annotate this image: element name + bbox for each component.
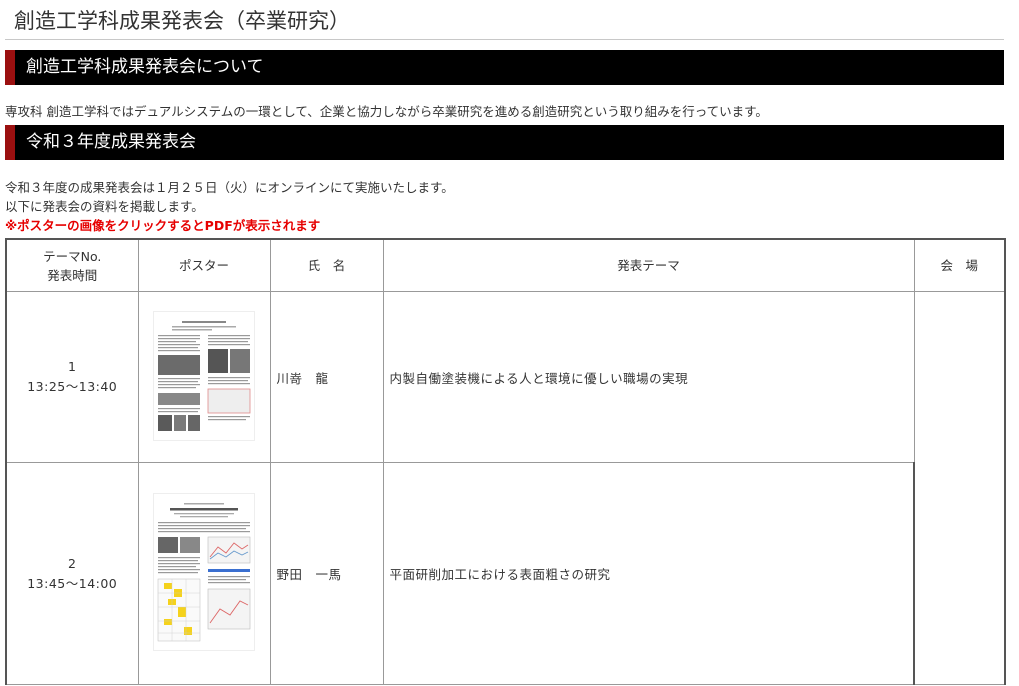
results-table: テーマNo. 発表時間 ポスター 氏 名 発表テーマ 会 場 1 13:25～1… (5, 238, 1006, 685)
section-heading-r3: 令和３年度成果発表会 (5, 125, 1004, 160)
poster-thumbnail-image (154, 314, 254, 437)
r3-paragraph-1: 令和３年度の成果発表会は１月２５日（火）にオンラインにて実施いたします。 (5, 180, 454, 195)
r3-paragraph-2: 以下に発表会の資料を掲載します。 (5, 199, 204, 214)
poster-thumbnail-image (154, 497, 254, 647)
header-theme-no-label: テーマNo. (43, 248, 102, 264)
header-theme-no: テーマNo. 発表時間 (5, 238, 139, 292)
poster-thumbnail-link[interactable] (154, 311, 254, 440)
theme-number-cell: 1 13:25～13:40 (5, 291, 139, 463)
title-divider (5, 39, 1004, 40)
presentation-time: 13:25～13:40 (27, 379, 118, 394)
presentation-theme: 平面研削加工における表面粗さの研究 (382, 462, 915, 685)
poster-click-notice: ※ポスターの画像をクリックするとPDFが表示されます (5, 218, 321, 233)
presentation-theme: 内製自働塗装機による人と環境に優しい職場の実現 (382, 291, 915, 463)
table-row: 1 13:25～13:40 川嵜 龍 内製自働塗装機による人と環境に優しい職場の… (5, 291, 1006, 685)
header-poster: ポスター (137, 238, 271, 292)
table-header-row: テーマNo. 発表時間 ポスター 氏 名 発表テーマ 会 場 (5, 238, 1006, 292)
section-heading-about: 創造工学科成果発表会について (5, 50, 1004, 85)
header-time-label: 発表時間 (47, 267, 98, 283)
poster-cell (137, 291, 271, 463)
about-paragraph: 専攻科 創造工学科ではデュアルシステムの一環として、企業と協力しながら卒業研究を… (5, 104, 768, 119)
theme-number: 2 (68, 555, 77, 571)
poster-thumbnail-link[interactable] (154, 494, 254, 650)
page-title: 創造工学科成果発表会（卒業研究） (14, 9, 350, 33)
header-name: 氏 名 (269, 238, 384, 292)
student-name: 野田 一馬 (269, 462, 384, 685)
header-theme: 発表テーマ (382, 238, 915, 292)
venue-cell (913, 291, 1006, 685)
poster-cell (137, 462, 271, 685)
theme-number-cell: 2 13:45～14:00 (5, 462, 139, 685)
page: 創造工学科成果発表会（卒業研究） 創造工学科成果発表会について 専攻科 創造工学… (0, 0, 1019, 686)
theme-number: 1 (68, 359, 77, 374)
student-name: 川嵜 龍 (269, 291, 384, 463)
presentation-time: 13:45～14:00 (27, 575, 118, 591)
table-row: 2 13:45～14:00 野田 一馬 平面研削加工における表面粗さの研究 (5, 462, 1005, 685)
header-venue: 会 場 (913, 238, 1006, 292)
